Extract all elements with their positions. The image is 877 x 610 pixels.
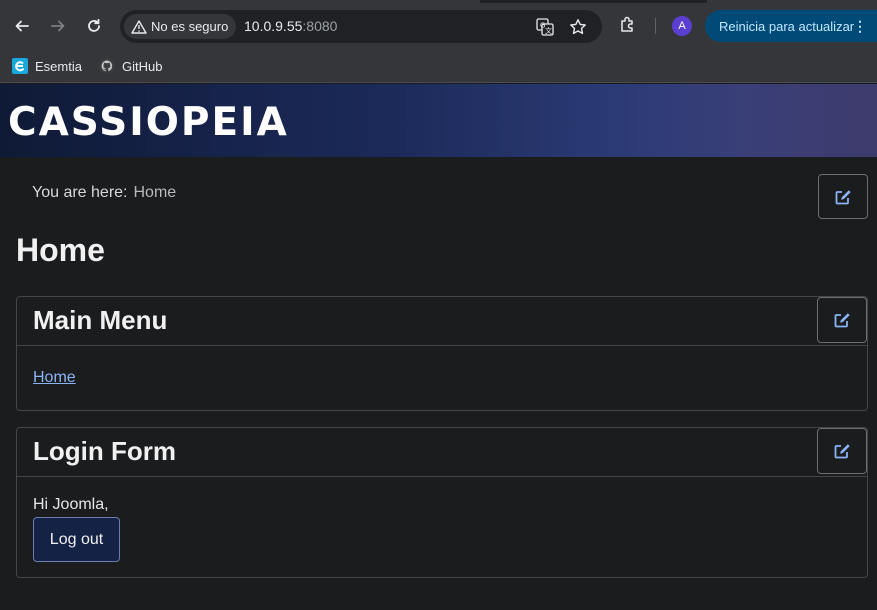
module-title: Login Form — [33, 436, 176, 466]
tab-strip-segment — [0, 0, 480, 3]
reload-icon — [88, 18, 100, 32]
edit-icon — [834, 444, 850, 459]
module-header: Main Menu — [17, 297, 867, 346]
translate-button[interactable]: G文 — [535, 17, 555, 37]
breadcrumb-prefix: You are here: — [32, 184, 128, 201]
web-page: CASSIOPEIA You are here: Home Home Main M… — [0, 84, 877, 610]
edit-login-form-button[interactable] — [817, 428, 867, 474]
github-icon — [99, 58, 115, 74]
tab-strip — [0, 0, 877, 3]
breadcrumb: You are here: Home — [32, 184, 176, 202]
forward-button[interactable] — [44, 12, 72, 40]
module-header: Login Form — [17, 428, 867, 477]
update-button[interactable]: Reinicia para actualizar ⋮ — [705, 10, 877, 42]
edit-icon — [835, 189, 851, 204]
module-title: Main Menu — [33, 305, 168, 335]
bookmark-label: Esemtia — [35, 58, 82, 74]
browser-toolbar: No es seguro 10.0.9.55:8080 G文 A Reinici… — [0, 0, 877, 52]
edit-breadcrumb-button[interactable] — [818, 174, 868, 219]
logout-button[interactable]: Log out — [33, 517, 120, 562]
bookmark-esemtia[interactable]: Esemtia — [12, 55, 82, 77]
update-label: Reinicia para actualizar — [719, 18, 855, 34]
breadcrumb-current: Home — [133, 184, 177, 201]
site-header: CASSIOPEIA — [0, 84, 877, 157]
toolbar-divider — [655, 18, 656, 34]
bookmark-star-button[interactable] — [568, 17, 588, 37]
esemtia-icon — [12, 58, 28, 74]
back-button[interactable] — [8, 12, 36, 40]
reload-button[interactable] — [80, 12, 108, 40]
arrow-left-icon — [15, 20, 29, 32]
page-title: Home — [16, 232, 105, 268]
login-greeting: Hi Joomla, — [33, 496, 109, 513]
edit-icon — [834, 313, 850, 328]
edit-main-menu-button[interactable] — [817, 297, 867, 343]
bookmarks-bar: Esemtia GitHub — [0, 52, 877, 83]
translate-icon: G文 — [536, 18, 554, 36]
address-bar[interactable]: No es seguro 10.0.9.55:8080 G文 — [120, 10, 602, 43]
extensions-button[interactable] — [618, 15, 638, 40]
star-icon — [570, 19, 586, 35]
menu-link-home[interactable]: Home — [33, 369, 76, 387]
puzzle-icon — [621, 16, 633, 32]
security-label: No es seguro — [151, 19, 229, 34]
security-chip[interactable]: No es seguro — [124, 14, 236, 39]
arrow-right-icon — [51, 20, 65, 32]
main-menu-module: Main Menu Home — [16, 296, 868, 411]
profile-avatar[interactable]: A — [672, 16, 692, 36]
svg-text:文: 文 — [545, 26, 552, 35]
site-brand[interactable]: CASSIOPEIA — [8, 103, 289, 143]
warning-icon — [131, 19, 147, 34]
tab-strip-segment — [707, 0, 877, 3]
url-port: :8080 — [302, 18, 338, 34]
kebab-menu-icon[interactable]: ⋮ — [853, 18, 867, 34]
login-form-module: Login Form Hi Joomla, Log out — [16, 427, 868, 578]
bookmark-github[interactable]: GitHub — [99, 55, 162, 77]
url-text[interactable]: 10.0.9.55:8080 — [244, 18, 337, 34]
url-host: 10.0.9.55 — [244, 18, 303, 34]
bookmark-label: GitHub — [122, 58, 163, 74]
